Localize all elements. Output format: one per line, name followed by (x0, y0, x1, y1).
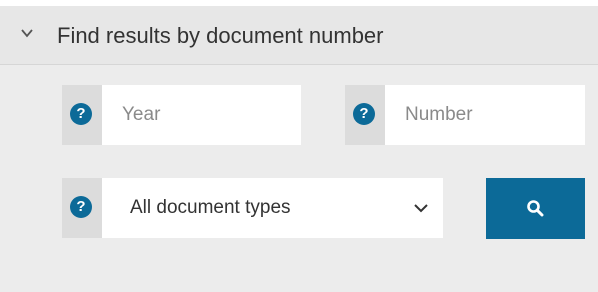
number-help-box[interactable]: ? (345, 85, 385, 145)
document-type-select[interactable]: All document types (102, 178, 443, 238)
year-placeholder: Year (122, 104, 161, 125)
year-input[interactable]: Year (102, 85, 301, 145)
doc-type-help-box[interactable]: ? (62, 178, 102, 238)
help-icon[interactable]: ? (70, 196, 92, 218)
help-icon[interactable]: ? (353, 103, 375, 125)
chevron-down-icon[interactable] (20, 26, 34, 40)
document-type-selected: All document types (130, 197, 291, 218)
search-icon[interactable] (526, 199, 544, 217)
help-icon[interactable]: ? (70, 103, 92, 125)
year-help-box[interactable]: ? (62, 85, 102, 145)
search-button[interactable] (486, 178, 585, 239)
section-header[interactable]: Find results by document number (0, 6, 598, 65)
number-input[interactable]: Number (385, 85, 585, 145)
search-by-document-number-panel: Find results by document number ? Year ?… (0, 0, 598, 292)
section-title: Find results by document number (57, 23, 384, 48)
chevron-down-icon[interactable] (413, 202, 429, 214)
number-placeholder: Number (405, 104, 473, 125)
